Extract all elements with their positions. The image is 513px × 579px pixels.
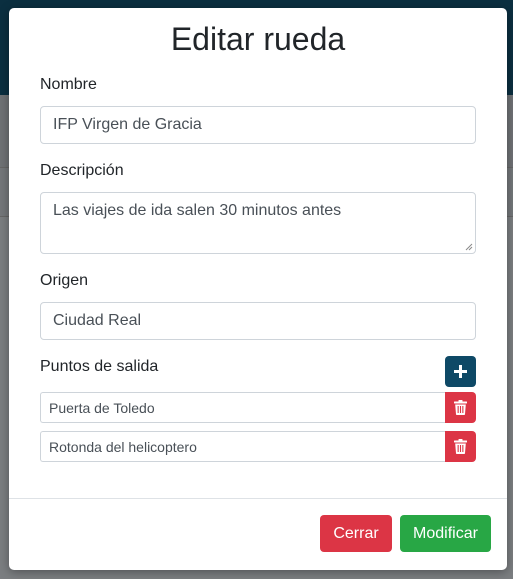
descripcion-label: Descripción [40, 162, 124, 179]
delete-punto-button[interactable] [445, 431, 476, 462]
trash-icon [454, 400, 467, 415]
add-punto-button[interactable] [445, 356, 476, 387]
nombre-label: Nombre [40, 76, 97, 93]
close-button[interactable]: Cerrar [320, 515, 392, 552]
modal-title: Editar rueda [170, 21, 346, 57]
punto-salida-input[interactable]: Puerta de Toledo [40, 392, 446, 423]
puntos-salida-label: Puntos de salida [40, 358, 159, 375]
delete-punto-button[interactable] [445, 392, 476, 423]
modal-footer-divider [9, 498, 507, 499]
resize-grip-icon[interactable] [465, 243, 473, 251]
descripcion-textarea[interactable]: Las viajes de ida salen 30 minutos antes [40, 192, 476, 254]
origen-input[interactable]: Ciudad Real [40, 302, 476, 340]
origen-label: Origen [40, 272, 89, 289]
descripcion-text: Las viajes de ida salen 30 minutos antes [53, 202, 342, 219]
trash-icon [454, 439, 467, 454]
edit-modal: Editar rueda Nombre IFP Virgen de Gracia… [9, 8, 507, 570]
punto-salida-input[interactable]: Rotonda del helicoptero [40, 431, 446, 462]
nombre-input[interactable]: IFP Virgen de Gracia [40, 106, 476, 144]
modify-button[interactable]: Modificar [400, 515, 491, 552]
